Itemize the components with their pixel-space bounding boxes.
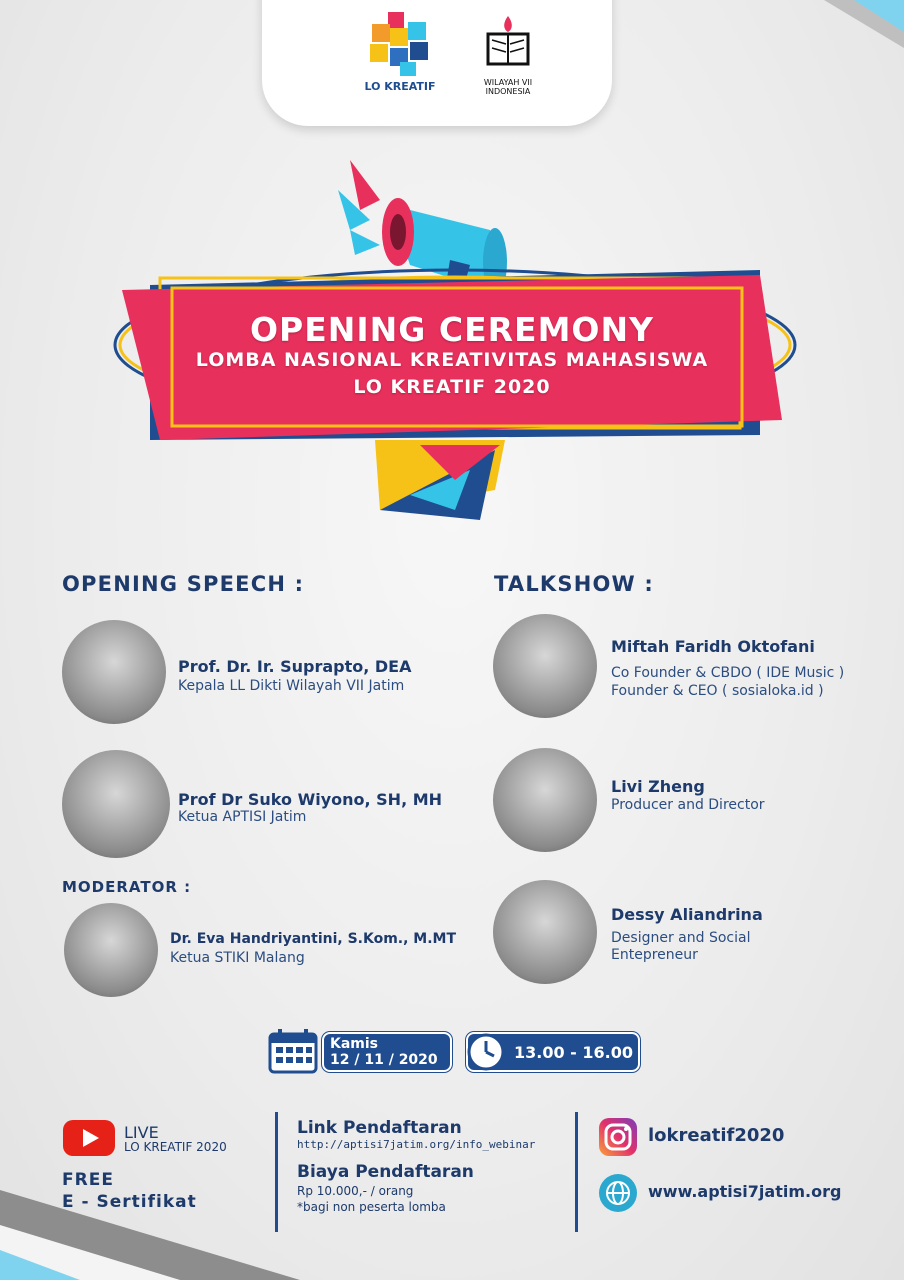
date-badge: Kamis 12 / 11 / 2020 — [322, 1032, 452, 1072]
moderator-name: Dr. Eva Handriyantini, S.Kom., M.MT — [170, 931, 457, 947]
avatar-moderator — [64, 903, 158, 997]
title-main: OPENING CEREMONY — [250, 310, 654, 349]
aptisi-logo: WILAYAH VII INDONESIA — [466, 10, 550, 96]
website-link[interactable]: www.aptisi7jatim.org — [648, 1182, 841, 1201]
aptisi-country: INDONESIA — [485, 87, 531, 96]
talkshow-2-role-1: Producer and Director — [611, 797, 765, 813]
avatar-speaker-1 — [62, 620, 166, 724]
lo-kreatif-logo-text: LO KREATIF — [364, 80, 436, 93]
title-subtitle-2: LO KREATIF 2020 — [353, 376, 551, 398]
speaker-1-name: Prof. Dr. Ir. Suprapto, DEA — [178, 657, 412, 676]
certificate-label: E - Sertifikat — [62, 1192, 197, 1212]
cube-icon — [370, 12, 428, 76]
fee-heading: Biaya Pendaftaran — [297, 1162, 474, 1182]
lo-kreatif-logo: LO KREATIF — [360, 10, 440, 100]
avatar-talkshow-1 — [493, 614, 597, 718]
youtube-icon[interactable] — [62, 1118, 116, 1158]
corner-decoration-bottom-left — [0, 1190, 300, 1280]
avatar-speaker-2 — [62, 750, 170, 858]
talkshow-3-role-2: Entepreneur — [611, 947, 698, 963]
time-badge: 13.00 - 16.00 — [466, 1032, 640, 1072]
fee-note: *bagi non peserta lomba — [297, 1200, 446, 1214]
speaker-2-role: Ketua APTISI Jatim — [178, 809, 307, 825]
link-heading: Link Pendaftaran — [297, 1118, 462, 1138]
time-range: 13.00 - 16.00 — [514, 1043, 633, 1062]
opening-speech-heading: OPENING SPEECH : — [62, 572, 305, 596]
talkshow-3-role-1: Designer and Social — [611, 930, 751, 946]
corner-decoration-top-right — [824, 0, 904, 48]
free-label: FREE — [62, 1170, 114, 1190]
footer-divider-2 — [575, 1112, 578, 1232]
moderator-heading: MODERATOR : — [62, 878, 192, 896]
talkshow-3-name: Dessy Aliandrina — [611, 905, 763, 924]
clock-icon — [466, 1032, 508, 1072]
moderator-role: Ketua STIKI Malang — [170, 950, 305, 966]
speaker-2-name: Prof Dr Suko Wiyono, SH, MH — [178, 790, 443, 809]
title-subtitle-1: LOMBA NASIONAL KREATIVITAS MAHASISWA — [195, 349, 709, 371]
live-channel: LO KREATIF 2020 — [124, 1140, 227, 1154]
avatar-talkshow-3 — [493, 880, 597, 984]
registration-link[interactable]: http://aptisi7jatim.org/info_webinar — [297, 1138, 535, 1151]
footer-divider-1 — [275, 1112, 278, 1232]
instagram-icon[interactable] — [598, 1117, 638, 1157]
aptisi-region: WILAYAH VII — [483, 78, 533, 87]
calendar-icon — [268, 1028, 318, 1074]
talkshow-2-name: Livi Zheng — [611, 777, 705, 796]
avatar-talkshow-2 — [493, 748, 597, 852]
talkshow-heading: TALKSHOW : — [494, 572, 655, 596]
talkshow-1-name: Miftah Faridh Oktofani — [611, 637, 815, 656]
speaker-1-role: Kepala LL Dikti Wilayah VII Jatim — [178, 678, 405, 694]
talkshow-1-role-2: Founder & CEO ( sosialoka.id ) — [611, 683, 824, 699]
date-day: Kamis — [330, 1036, 379, 1052]
globe-icon — [598, 1173, 638, 1213]
talkshow-1-role-1: Co Founder & CBDO ( IDE Music ) — [611, 665, 845, 681]
fee-amount: Rp 10.000,- / orang — [297, 1184, 414, 1198]
book-flame-icon — [486, 16, 530, 66]
header-logo-panel: LO KREATIF WILAYAH VII INDONESIA — [262, 0, 612, 126]
date-value: 12 / 11 / 2020 — [330, 1052, 438, 1068]
instagram-handle[interactable]: lokreatif2020 — [648, 1125, 784, 1146]
